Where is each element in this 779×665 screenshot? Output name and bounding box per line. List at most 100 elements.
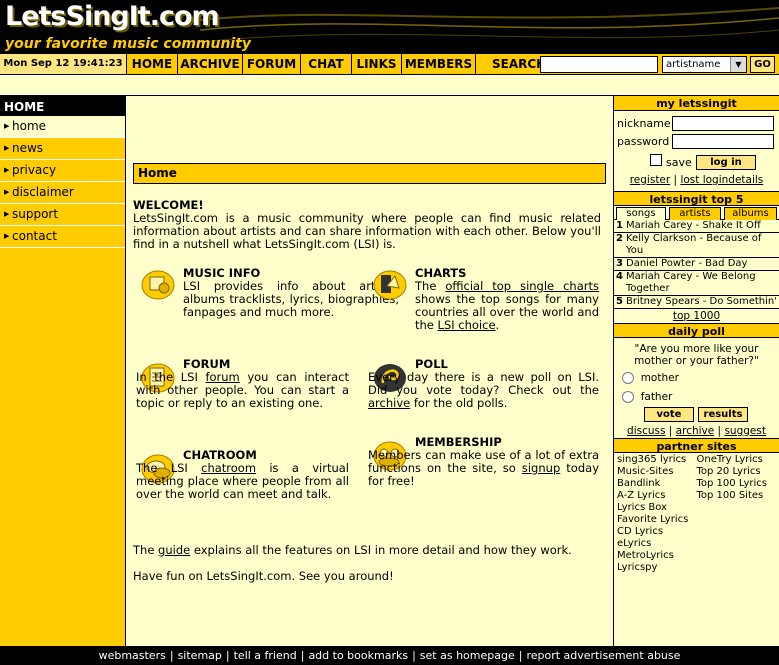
poll-archive-link[interactable]: archive [368, 396, 410, 410]
lost-logindetails-link[interactable]: lost logindetails [680, 174, 763, 186]
nickname-field[interactable] [672, 116, 774, 131]
partner-link[interactable]: Top 100 Sites [697, 490, 777, 502]
song-title: Britney Spears - Do Somethin' [626, 296, 778, 307]
father-radio[interactable] [622, 391, 634, 403]
partner-link[interactable]: sing365 lyrics [617, 454, 697, 466]
top5-item[interactable]: 3 Daniel Powter - Bad Day [614, 258, 779, 271]
site-tagline: your favorite music community [5, 36, 252, 52]
footer-tell-a-friend-link[interactable]: tell a friend [234, 649, 297, 662]
nickname-row: nickname [614, 115, 779, 133]
lsi-choice-link[interactable]: LSI choice [438, 318, 496, 332]
discuss-link[interactable]: discuss [627, 425, 665, 437]
poll-option-mother[interactable]: mother [614, 369, 779, 388]
partner-link[interactable]: MetroLyrics [617, 550, 697, 562]
nickname-label: nickname [617, 117, 671, 130]
vote-button[interactable]: vote [644, 407, 694, 422]
footer-report-abuse-link[interactable]: report advertisement abuse [526, 649, 680, 662]
rank: 2 [616, 233, 623, 244]
search-go-button[interactable]: GO [750, 56, 775, 73]
save-checkbox[interactable] [650, 154, 662, 166]
partner-link[interactable]: CD Lyrics [617, 526, 697, 538]
poll-actions: vote results [614, 407, 779, 423]
sidebar-heading: HOME [0, 96, 125, 116]
partner-sites-list: sing365 lyrics Music-Sites Bandlink A-Z … [614, 453, 779, 575]
welcome-section: WELCOME! LetsSingIt.com is a music commu… [133, 199, 601, 251]
search-input[interactable] [540, 56, 658, 73]
nav-home[interactable]: HOME [127, 54, 178, 74]
sidebar-item-home[interactable]: ▶ home [0, 116, 125, 138]
partner-link[interactable]: Lyrics Box [617, 502, 697, 514]
results-button[interactable]: results [698, 407, 748, 422]
sidebar-item-disclaimer[interactable]: ▶ disclaimer [0, 182, 125, 204]
my-letssingit-heading: my letssingit [614, 96, 779, 111]
tab-songs[interactable]: songs [616, 207, 666, 220]
partner-link[interactable]: Bandlink [617, 478, 697, 490]
datetime-display: Mon Sep 12 19:41:23 [0, 54, 127, 74]
partner-link[interactable]: OneTry Lyrics [697, 454, 777, 466]
sidebar-item-privacy[interactable]: ▶ privacy [0, 160, 125, 182]
guide-link[interactable]: guide [158, 543, 190, 557]
register-link[interactable]: register [630, 174, 671, 186]
top5-item[interactable]: 5 Britney Spears - Do Somethin' [614, 296, 779, 309]
partner-link[interactable]: A-Z Lyrics [617, 490, 697, 502]
official-charts-link[interactable]: official top single charts [445, 279, 599, 293]
sidebar-item-support[interactable]: ▶ support [0, 204, 125, 226]
charts-text-end: . [495, 318, 500, 332]
nav-chat[interactable]: CHAT [301, 54, 352, 74]
nav-forum[interactable]: FORUM [243, 54, 301, 74]
nav-links[interactable]: LINKS [352, 54, 402, 74]
partner-column-2: OneTry Lyrics Top 20 Lyrics Top 100 Lyri… [697, 454, 777, 574]
chatroom-text: The LSI [136, 461, 202, 475]
nav-members[interactable]: MEMBERS [402, 54, 476, 74]
main-content: Home WELCOME! LetsSingIt.com is a music … [127, 96, 613, 646]
site-logo[interactable]: LetsSingIt.com [5, 1, 220, 32]
top5-item[interactable]: 1 Mariah Carey - Shake It Off [614, 220, 779, 233]
password-field[interactable] [672, 134, 774, 149]
poll-feature: POLL Every day there is a new poll on LS… [368, 358, 599, 410]
signup-link[interactable]: signup [522, 461, 560, 475]
forum-text: In the LSI [136, 370, 206, 384]
song-title: Daniel Powter - Bad Day [626, 258, 748, 269]
site-header: LetsSingIt.com your favorite music commu… [0, 0, 779, 53]
footer-sitemap-link[interactable]: sitemap [178, 649, 222, 662]
poll-option-father[interactable]: father [614, 388, 779, 407]
right-sidebar: my letssingit nickname password save log… [613, 96, 779, 646]
nav-archive[interactable]: ARCHIVE [178, 54, 243, 74]
song-title: Kelly Clarkson - Because of You [626, 233, 762, 256]
charts-feature: CHARTS The official top single charts sh… [415, 267, 599, 332]
login-actions: save log in [614, 151, 779, 173]
poll-archive-link[interactable]: archive [676, 425, 715, 437]
top5-item[interactable]: 2 Kelly Clarkson - Because of You [614, 233, 779, 258]
arrow-right-icon: ▶ [4, 188, 10, 196]
chevron-down-icon[interactable]: ▼ [730, 57, 746, 72]
arrow-right-icon: ▶ [4, 232, 10, 240]
tab-artists[interactable]: artists [669, 207, 721, 220]
tab-albums[interactable]: albums [724, 207, 777, 220]
top1000-link[interactable]: top 1000 [673, 310, 720, 322]
forum-link[interactable]: forum [205, 370, 239, 384]
partner-link[interactable]: Music-Sites [617, 466, 697, 478]
top5-tabs: songs artists albums [614, 206, 779, 220]
partner-link[interactable]: Favorite Lyrics [617, 514, 697, 526]
footer-webmasters-link[interactable]: webmasters [99, 649, 166, 662]
partner-link[interactable]: Top 100 Lyrics [697, 478, 777, 490]
sidebar-item-news[interactable]: ▶ news [0, 138, 125, 160]
sidebar-item-label: privacy [12, 163, 57, 177]
partner-link[interactable]: Top 20 Lyrics [697, 466, 777, 478]
partner-link[interactable]: Lyricspy [617, 562, 697, 574]
daily-poll-heading: daily poll [614, 323, 779, 338]
sidebar-item-contact[interactable]: ▶ contact [0, 226, 125, 248]
mother-radio[interactable] [622, 372, 634, 384]
login-button[interactable]: log in [696, 155, 756, 170]
partner-link[interactable]: eLyrics [617, 538, 697, 550]
top5-item[interactable]: 4 Mariah Carey - We Belong Together [614, 271, 779, 296]
page-title: Home [133, 163, 606, 184]
suggest-link[interactable]: suggest [724, 425, 766, 437]
footer-bookmarks-link[interactable]: add to bookmarks [308, 649, 408, 662]
footer-homepage-link[interactable]: set as homepage [420, 649, 515, 662]
poll-text-end: for the old polls. [410, 396, 508, 410]
sidebar-item-label: support [12, 207, 59, 221]
chatroom-link[interactable]: chatroom [201, 461, 256, 475]
search-type-select[interactable]: artistname ▼ [662, 56, 747, 73]
song-title: Mariah Carey - Shake It Off [626, 220, 761, 231]
